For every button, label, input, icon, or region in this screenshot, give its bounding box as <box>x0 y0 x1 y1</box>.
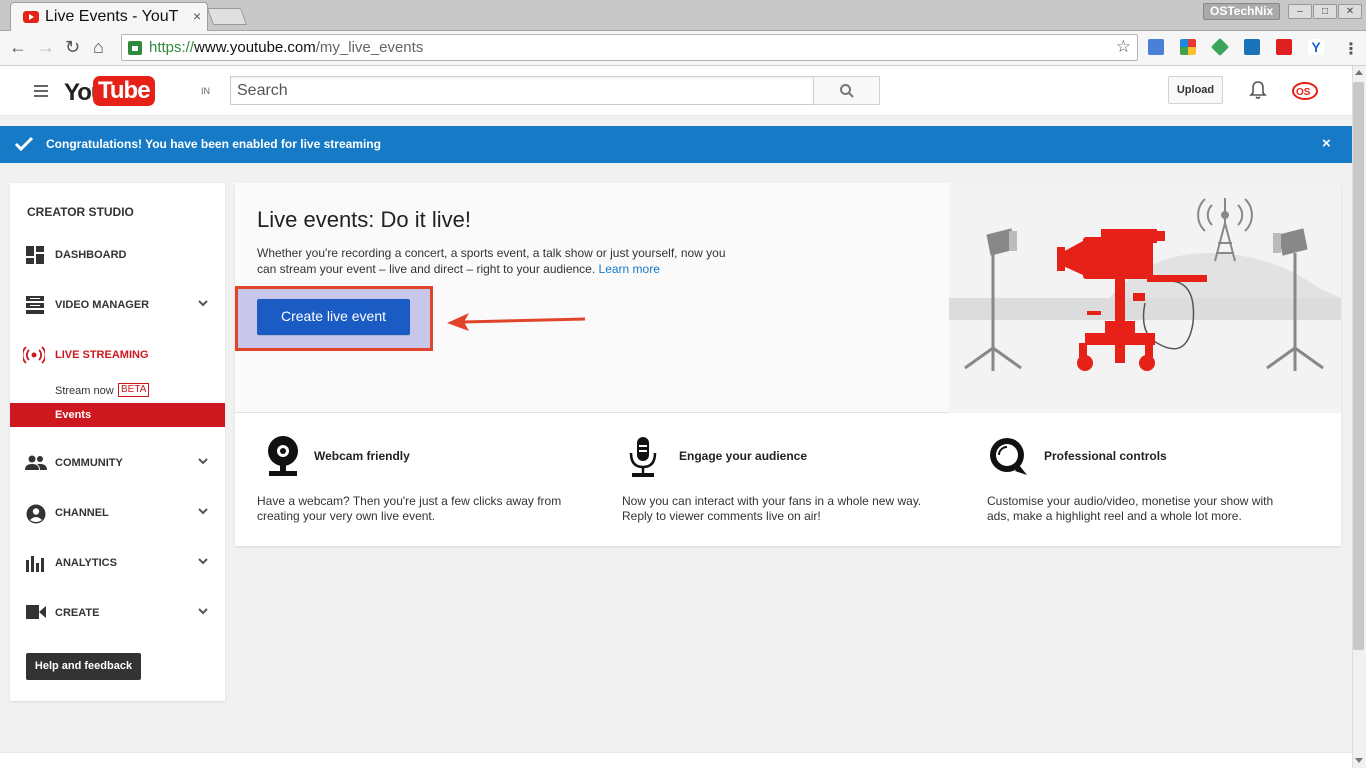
microphone-icon <box>629 437 657 477</box>
new-tab-button[interactable] <box>206 8 248 25</box>
translate-extension-icon[interactable] <box>1148 39 1164 55</box>
lock-icon <box>128 41 142 55</box>
community-icon <box>25 455 47 470</box>
sidebar-item-live-streaming[interactable]: LIVE STREAMING <box>10 343 225 367</box>
search-input[interactable]: Search <box>230 76 814 105</box>
tab-close-icon[interactable]: × <box>193 8 201 24</box>
webcam-icon <box>268 436 298 476</box>
scroll-up-icon[interactable] <box>1355 70 1363 75</box>
sidebar-subitem-events[interactable]: Events <box>10 403 225 427</box>
chevron-down-icon[interactable] <box>198 457 208 465</box>
sidebar-item-video-manager[interactable]: VIDEO MANAGER <box>10 293 225 317</box>
annotation-arrow-icon <box>447 313 586 331</box>
avatar[interactable]: OS <box>1292 81 1318 101</box>
browser-toolbar: ← → ↻ ⌂ https://www.youtube.com/my_live_… <box>0 31 1366 66</box>
live-studio-illustration <box>949 183 1341 413</box>
search-button[interactable] <box>813 76 880 105</box>
chevron-down-icon[interactable] <box>198 299 208 307</box>
live-events-card: Live events: Do it live! Whether you're … <box>235 183 1341 546</box>
home-icon[interactable]: ⌂ <box>93 37 104 58</box>
help-feedback-button[interactable]: Help and feedback <box>26 653 141 680</box>
video-camera-icon <box>26 605 46 619</box>
youtube-header: You Tube IN Search Upload OS <box>0 66 1352 116</box>
notification-bell-icon[interactable] <box>1249 80 1267 103</box>
live-broadcast-icon <box>23 346 45 364</box>
create-live-event-button[interactable]: Create live event <box>257 299 410 335</box>
notice-text: Congratulations! You have been enabled f… <box>46 137 381 151</box>
beta-badge: BETA <box>118 383 150 397</box>
address-bar[interactable]: https://www.youtube.com/my_live_events ☆ <box>121 34 1138 61</box>
channel-account-icon <box>26 504 46 524</box>
creator-studio-sidebar: CREATOR STUDIO DASHBOARD VIDEO MANAGER L… <box>10 183 225 701</box>
minimize-button[interactable]: – <box>1288 4 1312 19</box>
browser-tab[interactable]: Live Events - YouT × <box>10 2 208 32</box>
hero-section: Live events: Do it live! Whether you're … <box>235 183 1341 413</box>
url-text: https://www.youtube.com/my_live_events <box>149 39 424 56</box>
reload-icon[interactable]: ↻ <box>65 37 80 58</box>
browser-menu-icon[interactable]: ⋮ <box>1343 39 1359 59</box>
maximize-button[interactable]: □ <box>1313 4 1337 19</box>
sidebar-subitem-stream-now[interactable]: Stream now BETA <box>10 379 225 403</box>
page-title: Live events: Do it live! <box>257 207 471 232</box>
search-bubble-icon <box>990 438 1027 475</box>
learn-more-link[interactable]: Learn more <box>599 262 660 276</box>
bookmark-star-icon[interactable]: ☆ <box>1116 37 1131 57</box>
svg-text:OS: OS <box>1296 87 1311 98</box>
chevron-down-icon[interactable] <box>198 507 208 515</box>
sidebar-item-channel[interactable]: CHANNEL <box>10 501 225 525</box>
hamburger-menu-icon[interactable] <box>34 85 48 100</box>
sidebar-heading: CREATOR STUDIO <box>27 205 134 219</box>
chevron-down-icon[interactable] <box>198 607 208 615</box>
forward-arrow-icon[interactable]: → <box>37 37 55 58</box>
scrollbar-thumb[interactable] <box>1353 82 1364 650</box>
dashboard-icon <box>26 246 44 264</box>
youtube-favicon-icon <box>23 11 39 23</box>
feedly-extension-icon[interactable] <box>1210 37 1230 57</box>
sidebar-item-dashboard[interactable]: DASHBOARD <box>10 243 225 267</box>
scroll-down-icon[interactable] <box>1355 758 1363 763</box>
flipboard-extension-icon[interactable] <box>1276 39 1292 55</box>
analytics-bars-icon <box>26 556 44 572</box>
checkmark-icon <box>14 136 34 152</box>
chevron-down-icon[interactable] <box>198 557 208 565</box>
close-icon[interactable]: × <box>1322 135 1331 152</box>
region-label: IN <box>201 86 210 96</box>
skype-extension-icon[interactable] <box>1244 39 1260 55</box>
search-icon <box>840 84 854 98</box>
live-streaming-notice: Congratulations! You have been enabled f… <box>0 126 1352 163</box>
upload-button[interactable]: Upload <box>1168 76 1223 104</box>
video-manager-icon <box>26 296 44 314</box>
page-footer <box>0 752 1352 768</box>
sidebar-item-community[interactable]: COMMUNITY <box>10 451 225 475</box>
close-window-button[interactable]: ✕ <box>1338 4 1362 19</box>
window-user-badge[interactable]: OSTechNix <box>1203 3 1281 20</box>
browser-tab-bar: Live Events - YouT × OSTechNix – □ ✕ <box>0 0 1366 32</box>
tab-title: Live Events - YouT <box>45 8 179 25</box>
yandex-extension-icon[interactable]: Y <box>1308 39 1324 55</box>
sidebar-item-create[interactable]: CREATE <box>10 601 225 625</box>
back-arrow-icon[interactable]: ← <box>9 37 27 58</box>
hero-description: Whether you're recording a concert, a sp… <box>257 246 726 276</box>
chrome-extension-icon[interactable] <box>1180 39 1196 55</box>
sidebar-item-analytics[interactable]: ANALYTICS <box>10 551 225 575</box>
